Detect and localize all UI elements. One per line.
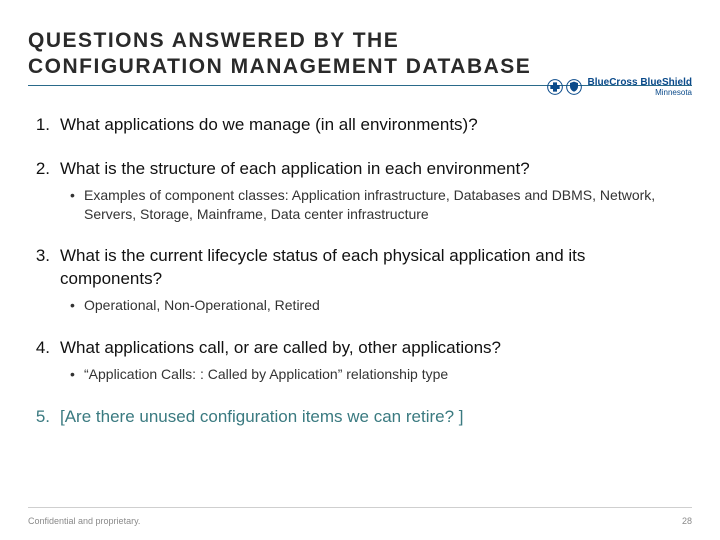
question-text: What is the structure of each applicatio… xyxy=(60,158,530,180)
question-item: 3. What is the current lifecycle status … xyxy=(28,245,692,314)
brand-logo: BlueCross BlueShield Minnesota xyxy=(547,78,692,99)
question-number: 4. xyxy=(28,338,60,358)
question-number: 1. xyxy=(28,115,60,135)
bullet-icon: • xyxy=(70,296,84,315)
question-number: 5. xyxy=(28,407,60,427)
page-number: 28 xyxy=(682,516,692,526)
sub-item: • Examples of component classes: Applica… xyxy=(28,186,692,224)
question-number: 2. xyxy=(28,159,60,179)
logo-main-text: BlueCross BlueShield xyxy=(588,78,692,88)
bullet-icon: • xyxy=(70,365,84,384)
question-text: What is the current lifecycle status of … xyxy=(60,245,692,289)
question-text: What applications call, or are called by… xyxy=(60,337,501,359)
sub-list: • “Application Calls: : Called by Applic… xyxy=(28,365,692,384)
question-row: 4. What applications call, or are called… xyxy=(28,337,692,359)
question-row: 1. What applications do we manage (in al… xyxy=(28,114,692,136)
shield-icon xyxy=(566,79,582,95)
sub-text: Examples of component classes: Applicati… xyxy=(84,186,692,224)
question-row: 2. What is the structure of each applica… xyxy=(28,158,692,180)
question-item: 2. What is the structure of each applica… xyxy=(28,158,692,224)
sub-list: • Operational, Non-Operational, Retired xyxy=(28,296,692,315)
sub-item: • Operational, Non-Operational, Retired xyxy=(28,296,692,315)
confidential-text: Confidential and proprietary. xyxy=(28,516,140,526)
logo-text: BlueCross BlueShield Minnesota xyxy=(588,78,692,97)
sub-list: • Examples of component classes: Applica… xyxy=(28,186,692,224)
logo-icons xyxy=(547,79,582,95)
logo-sub-text: Minnesota xyxy=(588,89,692,97)
cross-icon xyxy=(547,79,563,95)
title-row: QUESTIONS ANSWERED BY THE CONFIGURATION … xyxy=(28,28,692,86)
title-line-1: QUESTIONS ANSWERED BY THE xyxy=(28,29,399,52)
question-item: 1. What applications do we manage (in al… xyxy=(28,114,692,136)
question-item: 5. [Are there unused configuration items… xyxy=(28,406,692,428)
question-list: 1. What applications do we manage (in al… xyxy=(28,114,692,428)
question-row: 5. [Are there unused configuration items… xyxy=(28,406,692,428)
question-text: What applications do we manage (in all e… xyxy=(60,114,478,136)
question-item: 4. What applications call, or are called… xyxy=(28,337,692,384)
sub-text: Operational, Non-Operational, Retired xyxy=(84,296,320,315)
footer: Confidential and proprietary. 28 xyxy=(28,507,692,526)
bullet-icon: • xyxy=(70,186,84,205)
sub-item: • “Application Calls: : Called by Applic… xyxy=(28,365,692,384)
title-line-2: CONFIGURATION MANAGEMENT DATABASE xyxy=(28,55,531,78)
question-row: 3. What is the current lifecycle status … xyxy=(28,245,692,289)
question-text: [Are there unused configuration items we… xyxy=(60,406,464,428)
slide: QUESTIONS ANSWERED BY THE CONFIGURATION … xyxy=(0,0,720,540)
question-number: 3. xyxy=(28,246,60,266)
slide-title: QUESTIONS ANSWERED BY THE CONFIGURATION … xyxy=(28,28,531,81)
sub-text: “Application Calls: : Called by Applicat… xyxy=(84,365,448,384)
